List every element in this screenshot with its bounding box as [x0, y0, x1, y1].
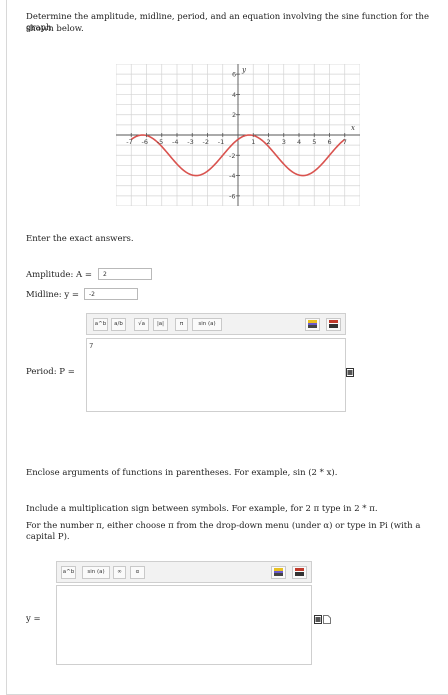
pi-button[interactable]: π [175, 318, 188, 331]
equation-preview-icon[interactable] [314, 615, 322, 624]
instruction-exact: Enter the exact answers. [26, 234, 134, 244]
x-tick-label: 2 [267, 138, 271, 146]
amplitude-input[interactable]: 2 [98, 268, 152, 280]
equation-page-icon[interactable] [323, 615, 331, 624]
x-tick-label: -4 [172, 138, 178, 146]
equation-editor[interactable] [56, 585, 312, 665]
eq-format-button[interactable] [292, 566, 307, 579]
instruction-parentheses: Enclose arguments of functions in parent… [26, 468, 338, 478]
format-button[interactable] [326, 318, 341, 331]
eq-superscript-button[interactable]: a^b [61, 566, 76, 579]
equation-math-toolbar: a^b sin (a) ∞ α [56, 561, 312, 583]
x-tick-label: -2 [203, 138, 209, 146]
period-editor-value: 7 [89, 342, 94, 350]
x-tick-label: 3 [282, 138, 286, 146]
y-tick-label: -2 [229, 152, 235, 160]
midline-label: Midline: y = [26, 290, 79, 300]
x-tick-label: -7 [126, 138, 132, 146]
y-tick-label: 6 [232, 71, 236, 79]
alpha-dropdown-button[interactable]: α [130, 566, 145, 579]
instruction-multiplication: Include a multiplication sign between sy… [26, 504, 378, 514]
x-tick-label: 1 [251, 138, 255, 146]
eq-sin-button[interactable]: sin (a) [82, 566, 110, 579]
x-tick-label: -6 [142, 138, 148, 146]
infinity-button[interactable]: ∞ [113, 566, 126, 579]
y-tick-label: -4 [229, 172, 235, 180]
eq-palette-icon [274, 568, 283, 576]
x-tick-label: -5 [157, 138, 163, 146]
x-tick-label: -1 [218, 138, 224, 146]
palette-icon [308, 320, 317, 328]
period-label: Period: P = [26, 367, 75, 377]
color-palette-button[interactable] [305, 318, 320, 331]
x-tick-label: 7 [343, 138, 347, 146]
period-preview-icon[interactable] [346, 368, 354, 377]
x-tick-label: 5 [312, 138, 316, 146]
question-text-line2: shown below. [26, 24, 84, 34]
x-tick-label: -3 [187, 138, 193, 146]
y-axis-label: y [241, 66, 247, 74]
midline-input[interactable]: -2 [84, 288, 138, 300]
sin-button[interactable]: sin (a) [192, 318, 222, 331]
superscript-button[interactable]: a^b [93, 318, 108, 331]
sqrt-button[interactable]: √a [134, 318, 149, 331]
question-text-line1: Determine the amplitude, midline, period… [26, 12, 429, 33]
period-math-toolbar: a^b a/b √a |a| π sin (a) [86, 313, 346, 335]
fraction-button[interactable]: a/b [111, 318, 126, 331]
instruction-pi: For the number π, either choose π from t… [26, 521, 421, 542]
sine-graph: -7 -6 -5 -4 -3 -2 -1 1 2 3 4 5 6 7 6 4 2 -2 -4 -6 x y [116, 64, 360, 206]
equation-label: y = [26, 614, 41, 624]
x-axis-label: x [351, 124, 355, 132]
x-tick-label: 6 [328, 138, 332, 146]
amplitude-label: Amplitude: A = [26, 270, 92, 280]
graph-axes [116, 64, 360, 206]
x-tick-label: 4 [297, 138, 301, 146]
eq-format-icon [295, 568, 304, 576]
y-tick-label: 4 [232, 91, 236, 99]
y-tick-label: -6 [229, 192, 235, 200]
y-tick-label: 2 [232, 111, 236, 119]
abs-button[interactable]: |a| [153, 318, 168, 331]
period-editor[interactable]: 7 [86, 338, 346, 412]
eq-color-palette-button[interactable] [271, 566, 286, 579]
format-icon [329, 320, 338, 328]
